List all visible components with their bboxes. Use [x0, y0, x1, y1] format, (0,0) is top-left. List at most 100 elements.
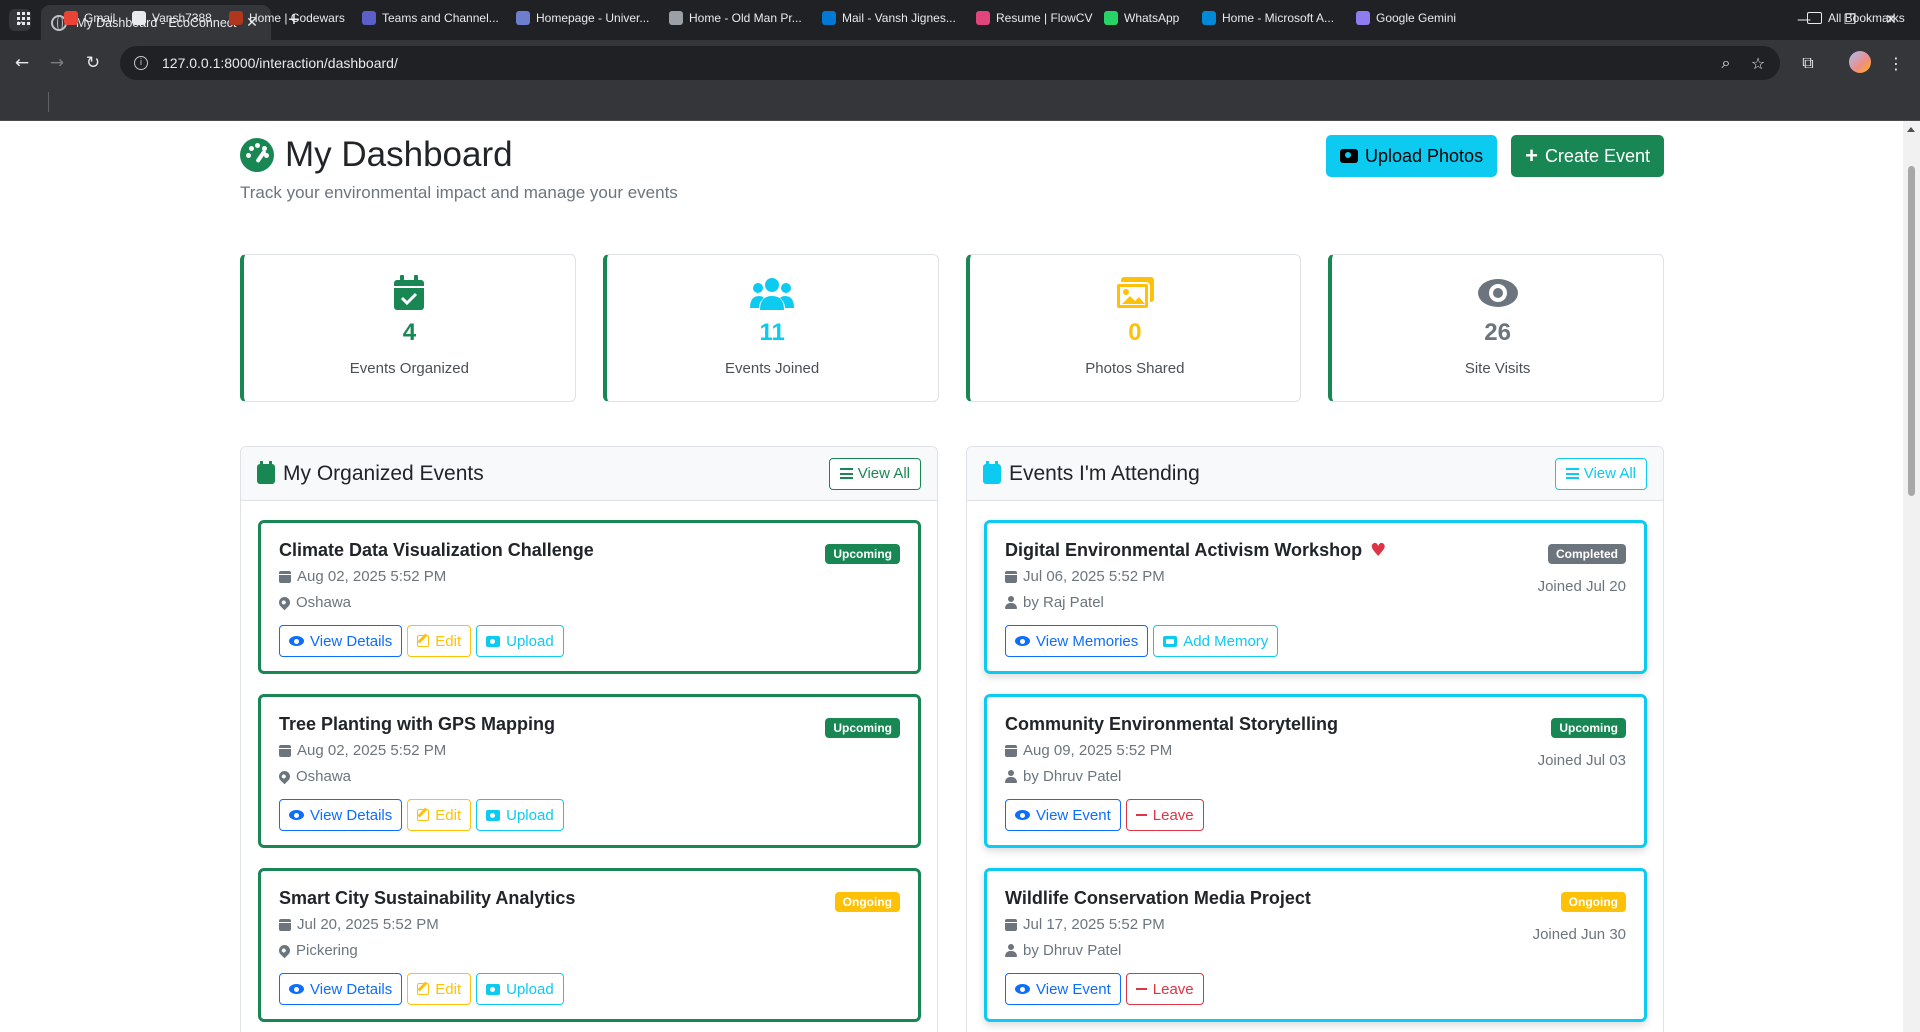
view-details-button[interactable]: View Details [279, 625, 403, 657]
upload-label: Upload [506, 806, 554, 824]
bookmark-item[interactable]: Vansh7388 [132, 9, 212, 27]
attending-event-card: Wildlife Conservation Media Project Jul 1… [984, 868, 1647, 1022]
user-icon [1005, 596, 1017, 609]
bookmark-star-icon[interactable]: ☆ [1745, 50, 1771, 76]
eye-icon [1015, 636, 1030, 646]
user-icon [1005, 944, 1017, 957]
bookmark-label: Resume | FlowCV [996, 11, 1093, 25]
leave-button[interactable]: Leave [1125, 973, 1204, 1005]
back-icon[interactable]: ← [9, 50, 35, 76]
view-event-button[interactable]: View Event [1005, 799, 1121, 831]
bookmark-item[interactable]: Home | Codewars [229, 9, 345, 27]
edit-button[interactable]: Edit [407, 625, 472, 657]
bookmark-favicon-icon [229, 11, 243, 25]
event-location-text: Oshawa [296, 594, 352, 611]
secondary-action-label: Leave [1152, 980, 1194, 998]
edit-button[interactable]: Edit [407, 799, 472, 831]
organized-panel-title: My Organized Events [283, 461, 484, 485]
site-info-icon[interactable]: i [134, 56, 148, 70]
calendar-icon [1005, 570, 1017, 583]
forward-icon[interactable]: → [44, 50, 70, 76]
bookmark-item[interactable]: Teams and Channel... [362, 9, 499, 27]
secondary-action-label: Leave [1152, 806, 1194, 824]
view-details-label: View Details [310, 980, 393, 998]
user-icon [1005, 770, 1017, 783]
bookmark-item[interactable]: Google Gemini [1356, 9, 1456, 27]
browser-toolbar: ← → ↻ i 127.0.0.1:8000/interaction/dashb… [0, 40, 1920, 85]
bookmark-item[interactable]: Mail - Vansh Jignes... [822, 9, 956, 27]
stat-card-site-visits: 26 Site Visits [1328, 254, 1664, 402]
event-organizer-text: by Dhruv Patel [1023, 942, 1122, 959]
attending-panel-header: Events I'm Attending View All [967, 447, 1663, 501]
leave-button[interactable]: Leave [1125, 799, 1204, 831]
bookmark-item[interactable]: Home - Microsoft A... [1202, 9, 1334, 27]
event-date: Aug 09, 2025 5:52 PM [1005, 742, 1626, 759]
upload-button[interactable]: Upload [476, 625, 564, 657]
upload-button[interactable]: Upload [476, 973, 564, 1005]
stat-label: Site Visits [1464, 360, 1531, 377]
eye-icon [289, 984, 304, 994]
minus-icon [1135, 988, 1147, 990]
event-organizer-text: by Dhruv Patel [1023, 768, 1122, 785]
extensions-icon[interactable]: ⧉ [1795, 50, 1821, 76]
heart-icon: ♥ [1370, 540, 1387, 561]
minus-icon [1135, 814, 1147, 816]
edit-label: Edit [435, 632, 462, 650]
calendar-icon [279, 918, 291, 931]
event-title: Climate Data Visualization Challenge [279, 540, 900, 561]
view-memories-button[interactable]: View Memories [1005, 625, 1149, 657]
organized-event-card: Tree Planting with GPS Mapping Aug 02, 20… [258, 694, 921, 848]
upload-photos-button[interactable]: Upload Photos [1325, 135, 1498, 177]
stat-value: 0 [1128, 319, 1142, 346]
bookmark-item[interactable]: Resume | FlowCV [976, 9, 1092, 27]
menu-kebab-icon[interactable]: ⋮ [1883, 50, 1909, 76]
reload-icon[interactable]: ↻ [80, 50, 106, 76]
edit-button[interactable]: Edit [407, 973, 472, 1005]
address-bar[interactable]: i 127.0.0.1:8000/interaction/dashboard/ [120, 46, 1780, 80]
organized-panel-header: My Organized Events View All [241, 447, 937, 501]
plus-icon: + [1525, 143, 1538, 168]
event-location-text: Oshawa [296, 768, 352, 785]
apps-grid-icon[interactable] [17, 9, 30, 27]
upload-button[interactable]: Upload [476, 799, 564, 831]
bookmark-item[interactable]: WhatsApp [1104, 9, 1179, 27]
camera-icon [486, 983, 501, 995]
secondary-action-label: Add Memory [1183, 632, 1269, 650]
view-details-label: View Details [310, 806, 393, 824]
attending-view-all-button[interactable]: View All [1554, 457, 1647, 490]
organized-event-card: Smart City Sustainability Analytics Jul 2… [258, 868, 921, 1022]
view-details-button[interactable]: View Details [279, 973, 403, 1005]
view-details-button[interactable]: View Details [279, 799, 403, 831]
page-scrollbar[interactable] [1903, 121, 1920, 1032]
event-title: Tree Planting with GPS Mapping [279, 714, 900, 735]
event-date-text: Jul 06, 2025 5:52 PM [1023, 568, 1165, 585]
organized-view-all-button[interactable]: View All [828, 457, 921, 490]
stat-value: 11 [759, 319, 785, 346]
primary-action-label: View Event [1036, 980, 1111, 998]
edit-icon [417, 635, 430, 647]
bookmark-label: Google Gemini [1376, 11, 1457, 25]
event-actions: View Details Edit Upload [279, 799, 900, 831]
bookmark-item[interactable]: Gmail [64, 9, 115, 27]
profile-avatar[interactable] [1849, 51, 1871, 73]
bookmark-favicon-icon [64, 11, 78, 25]
event-title: Digital Environmental Activism Workshop ♥ [1005, 540, 1626, 561]
event-date-text: Aug 09, 2025 5:52 PM [1023, 742, 1173, 759]
attending-event-card: Digital Environmental Activism Workshop ♥… [984, 520, 1647, 674]
view-event-button[interactable]: View Event [1005, 973, 1121, 1005]
scrollbar-thumb[interactable] [1908, 166, 1915, 496]
create-event-button[interactable]: + Create Event [1511, 135, 1664, 177]
bookmark-favicon-icon [822, 11, 836, 25]
zoom-icon[interactable]: ⌕ [1713, 50, 1739, 76]
bookmark-item[interactable]: Home - Old Man Pr... [669, 9, 802, 27]
eye-icon [1015, 984, 1030, 994]
bookmark-item[interactable]: Homepage - Univer... [516, 9, 649, 27]
header-actions: Upload Photos + Create Event [1325, 135, 1664, 177]
add-memory-button[interactable]: Add Memory [1153, 625, 1279, 657]
scroll-up-arrow[interactable] [1907, 127, 1915, 132]
stat-value: 4 [402, 319, 417, 346]
url-text[interactable]: 127.0.0.1:8000/interaction/dashboard/ [162, 55, 398, 71]
event-location-text: Pickering [296, 942, 358, 959]
event-actions: View Memories Add Memory [1005, 625, 1626, 657]
all-bookmarks[interactable]: All Bookmarks [1807, 9, 1905, 27]
